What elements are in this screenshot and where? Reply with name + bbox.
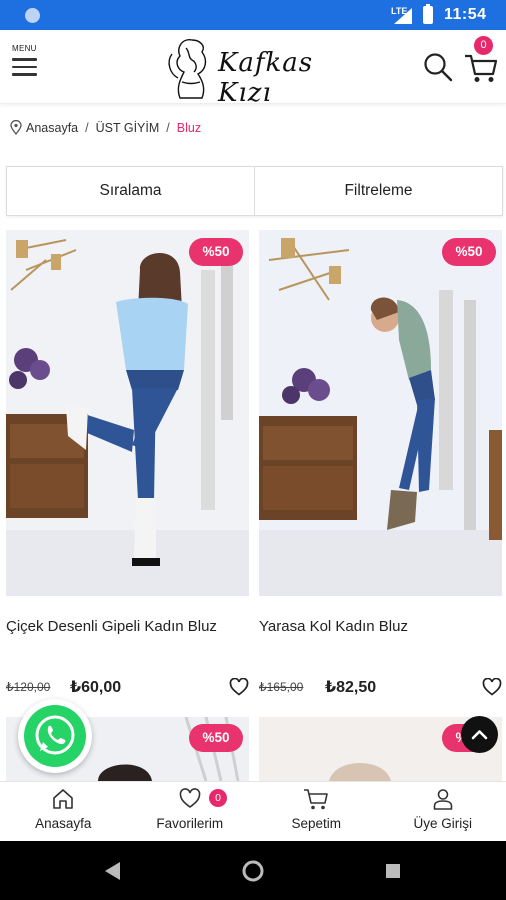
menu-label: MENU — [12, 44, 37, 53]
product-photo-model — [6, 230, 249, 596]
product-price: ₺60,00 — [70, 679, 122, 696]
brand-logo[interactable]: Kafkas Kızı — [162, 34, 352, 108]
nav-home[interactable]: Anasayfa — [0, 782, 127, 841]
breadcrumb-home-link[interactable]: Anasayfa — [26, 121, 78, 135]
whatsapp-icon — [35, 715, 75, 755]
breadcrumb-current: Bluz — [176, 120, 202, 135]
whatsapp-button[interactable] — [18, 699, 92, 773]
recents-icon[interactable] — [386, 864, 400, 878]
product-old-price: ₺120,00 — [6, 680, 51, 694]
notification-dot-icon — [25, 8, 40, 23]
product-image[interactable]: %50 — [6, 230, 249, 596]
nav-favorites-label: Favorilerim — [156, 816, 224, 831]
scroll-to-top-button[interactable] — [461, 716, 498, 753]
nav-login[interactable]: Üye Girişi — [380, 782, 506, 841]
cart-count-badge: 0 — [474, 36, 493, 55]
chevron-up-icon — [471, 730, 488, 740]
system-navigation-bar — [0, 841, 506, 900]
app-header: MENU Kafkas Kızı 0 — [0, 30, 506, 108]
hamburger-icon — [12, 58, 46, 76]
product-price: ₺82,50 — [325, 679, 377, 696]
logo-figure-icon — [168, 39, 207, 99]
home-circle-icon[interactable] — [242, 860, 264, 882]
menu-button[interactable]: MENU — [12, 44, 46, 76]
clock: 11:54 — [444, 6, 487, 23]
nav-login-label: Üye Girişi — [413, 816, 472, 831]
network-type: LTE — [391, 6, 408, 16]
nav-home-label: Anasayfa — [35, 816, 92, 831]
filter-button[interactable]: Filtreleme — [254, 167, 502, 215]
product-image[interactable]: %50 — [259, 230, 502, 596]
sort-filter-bar: Sıralama Filtreleme — [6, 166, 503, 216]
cart-icon — [304, 789, 329, 810]
product-name[interactable]: Çiçek Desenli Gipeli Kadın Bluz — [6, 618, 217, 635]
status-bar: LTE 11:54 — [0, 0, 506, 30]
home-icon — [53, 789, 74, 809]
search-icon[interactable] — [423, 52, 453, 82]
battery-icon — [423, 4, 433, 24]
location-pin-icon — [10, 120, 22, 135]
heart-icon — [179, 788, 201, 808]
discount-badge: %50 — [189, 724, 243, 752]
breadcrumb-separator: / — [85, 120, 89, 135]
product-old-price: ₺165,00 — [259, 680, 304, 694]
heart-icon[interactable] — [482, 678, 502, 696]
back-icon[interactable] — [105, 862, 120, 880]
logo-text: Kafkas Kızı — [218, 48, 314, 108]
nav-cart-label: Sepetim — [291, 816, 342, 831]
bottom-navigation: Anasayfa Favorilerim Sepetim Üye Girişi … — [0, 781, 506, 841]
user-icon — [433, 789, 453, 810]
product-photo-model — [259, 230, 502, 596]
breadcrumb: Anasayfa / ÜST GİYİM / Bluz — [10, 120, 201, 135]
nav-cart[interactable]: Sepetim — [253, 782, 380, 841]
discount-badge: %50 — [189, 238, 243, 266]
discount-badge: %50 — [442, 238, 496, 266]
nav-favorites[interactable]: Favorilerim — [127, 782, 254, 841]
product-name[interactable]: Yarasa Kol Kadın Bluz — [259, 618, 408, 635]
breadcrumb-category-link[interactable]: ÜST GİYİM — [96, 121, 160, 135]
favorites-count-badge: 0 — [209, 789, 227, 807]
breadcrumb-separator: / — [166, 120, 170, 135]
cart-icon[interactable] — [464, 50, 498, 84]
heart-icon[interactable] — [229, 678, 249, 696]
sort-button[interactable]: Sıralama — [7, 167, 254, 215]
